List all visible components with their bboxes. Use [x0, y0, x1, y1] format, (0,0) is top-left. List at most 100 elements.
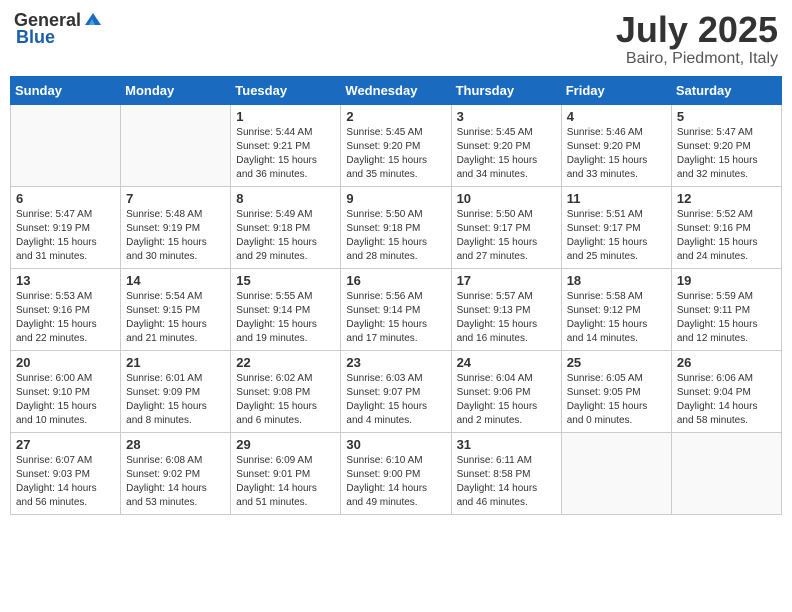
cell-info: Sunrise: 6:06 AM Sunset: 9:04 PM Dayligh… [677, 372, 776, 428]
cell-info: Sunrise: 5:48 AM Sunset: 9:19 PM Dayligh… [126, 208, 225, 264]
logo: General Blue [14, 10, 103, 48]
calendar-week-row: 20Sunrise: 6:00 AM Sunset: 9:10 PM Dayli… [11, 350, 782, 432]
cell-info: Sunrise: 5:47 AM Sunset: 9:20 PM Dayligh… [677, 126, 776, 182]
cell-info: Sunrise: 5:59 AM Sunset: 9:11 PM Dayligh… [677, 290, 776, 346]
calendar-table: SundayMondayTuesdayWednesdayThursdayFrid… [10, 76, 782, 515]
calendar-cell: 11 Sunrise: 5:51 AM Sunset: 9:17 PM Dayli… [561, 186, 671, 268]
calendar-cell: 10 Sunrise: 5:50 AM Sunset: 9:17 PM Dayli… [451, 186, 561, 268]
calendar-cell: 6 Sunrise: 5:47 AM Sunset: 9:19 PM Daylig… [11, 186, 121, 268]
weekday-header: Saturday [671, 76, 781, 104]
day-number: 24 [457, 355, 556, 370]
day-number: 10 [457, 191, 556, 206]
calendar-cell: 8Sunrise: 5:49 AM Sunset: 9:18 PM Daylig… [231, 186, 341, 268]
logo-icon [83, 11, 103, 31]
day-number: 27 [16, 437, 115, 452]
month-title: July 2025 [616, 10, 778, 50]
cell-info: Sunrise: 6:05 AM Sunset: 9:05 PM Dayligh… [567, 372, 666, 428]
cell-info: Sunrise: 5:49 AM Sunset: 9:18 PM Dayligh… [236, 208, 335, 264]
cell-info: Sunrise: 6:01 AM Sunset: 9:09 PM Dayligh… [126, 372, 225, 428]
weekday-header: Thursday [451, 76, 561, 104]
day-number: 26 [677, 355, 776, 370]
day-number: 14 [126, 273, 225, 288]
day-number: 23 [346, 355, 445, 370]
calendar-cell [671, 432, 781, 514]
calendar-cell: 13 Sunrise: 5:53 AM Sunset: 9:16 PM Dayli… [11, 268, 121, 350]
cell-info: Sunrise: 5:50 AM Sunset: 9:17 PM Dayligh… [457, 208, 556, 264]
day-number: 5 [677, 109, 776, 124]
day-number: 16 [346, 273, 445, 288]
cell-info: Sunrise: 5:54 AM Sunset: 9:15 PM Dayligh… [126, 290, 225, 346]
day-number: 30 [346, 437, 445, 452]
day-number: 3 [457, 109, 556, 124]
calendar-cell: 22Sunrise: 6:02 AM Sunset: 9:08 PM Dayli… [231, 350, 341, 432]
cell-info: Sunrise: 6:08 AM Sunset: 9:02 PM Dayligh… [126, 454, 225, 510]
calendar-week-row: 6 Sunrise: 5:47 AM Sunset: 9:19 PM Daylig… [11, 186, 782, 268]
cell-info: Sunrise: 6:02 AM Sunset: 9:08 PM Dayligh… [236, 372, 335, 428]
day-number: 15 [236, 273, 335, 288]
weekday-header: Wednesday [341, 76, 451, 104]
day-number: 25 [567, 355, 666, 370]
cell-info: Sunrise: 6:10 AM Sunset: 9:00 PM Dayligh… [346, 454, 445, 510]
calendar-cell: 27 Sunrise: 6:07 AM Sunset: 9:03 PM Dayli… [11, 432, 121, 514]
cell-info: Sunrise: 5:44 AM Sunset: 9:21 PM Dayligh… [236, 126, 335, 182]
day-number: 4 [567, 109, 666, 124]
day-number: 9 [346, 191, 445, 206]
cell-info: Sunrise: 5:55 AM Sunset: 9:14 PM Dayligh… [236, 290, 335, 346]
day-number: 21 [126, 355, 225, 370]
calendar-cell: 5 Sunrise: 5:47 AM Sunset: 9:20 PM Daylig… [671, 104, 781, 186]
calendar-cell: 31Sunrise: 6:11 AM Sunset: 8:58 PM Dayli… [451, 432, 561, 514]
calendar-cell: 3 Sunrise: 5:45 AM Sunset: 9:20 PM Daylig… [451, 104, 561, 186]
cell-info: Sunrise: 6:03 AM Sunset: 9:07 PM Dayligh… [346, 372, 445, 428]
cell-info: Sunrise: 6:09 AM Sunset: 9:01 PM Dayligh… [236, 454, 335, 510]
cell-info: Sunrise: 5:53 AM Sunset: 9:16 PM Dayligh… [16, 290, 115, 346]
calendar-cell [11, 104, 121, 186]
calendar-cell [561, 432, 671, 514]
weekday-header: Friday [561, 76, 671, 104]
calendar-week-row: 13 Sunrise: 5:53 AM Sunset: 9:16 PM Dayli… [11, 268, 782, 350]
calendar-cell: 4 Sunrise: 5:46 AM Sunset: 9:20 PM Daylig… [561, 104, 671, 186]
cell-info: Sunrise: 5:47 AM Sunset: 9:19 PM Dayligh… [16, 208, 115, 264]
cell-info: Sunrise: 5:52 AM Sunset: 9:16 PM Dayligh… [677, 208, 776, 264]
cell-info: Sunrise: 5:56 AM Sunset: 9:14 PM Dayligh… [346, 290, 445, 346]
calendar-cell: 12Sunrise: 5:52 AM Sunset: 9:16 PM Dayli… [671, 186, 781, 268]
day-number: 19 [677, 273, 776, 288]
cell-info: Sunrise: 5:57 AM Sunset: 9:13 PM Dayligh… [457, 290, 556, 346]
day-number: 18 [567, 273, 666, 288]
cell-info: Sunrise: 5:45 AM Sunset: 9:20 PM Dayligh… [457, 126, 556, 182]
day-number: 2 [346, 109, 445, 124]
calendar-cell [121, 104, 231, 186]
day-number: 20 [16, 355, 115, 370]
day-number: 7 [126, 191, 225, 206]
calendar-cell: 7 Sunrise: 5:48 AM Sunset: 9:19 PM Daylig… [121, 186, 231, 268]
calendar-cell: 19 Sunrise: 5:59 AM Sunset: 9:11 PM Dayli… [671, 268, 781, 350]
calendar-cell: 1 Sunrise: 5:44 AM Sunset: 9:21 PM Daylig… [231, 104, 341, 186]
calendar-cell: 16 Sunrise: 5:56 AM Sunset: 9:14 PM Dayli… [341, 268, 451, 350]
cell-info: Sunrise: 5:46 AM Sunset: 9:20 PM Dayligh… [567, 126, 666, 182]
calendar-cell: 26 Sunrise: 6:06 AM Sunset: 9:04 PM Dayli… [671, 350, 781, 432]
calendar-cell: 15 Sunrise: 5:55 AM Sunset: 9:14 PM Dayli… [231, 268, 341, 350]
weekday-header: Tuesday [231, 76, 341, 104]
weekday-header: Sunday [11, 76, 121, 104]
day-number: 31 [457, 437, 556, 452]
day-number: 28 [126, 437, 225, 452]
cell-info: Sunrise: 5:51 AM Sunset: 9:17 PM Dayligh… [567, 208, 666, 264]
day-number: 1 [236, 109, 335, 124]
day-number: 13 [16, 273, 115, 288]
page-header: General Blue July 2025 Bairo, Piedmont, … [10, 10, 782, 68]
calendar-cell: 17Sunrise: 5:57 AM Sunset: 9:13 PM Dayli… [451, 268, 561, 350]
day-number: 11 [567, 191, 666, 206]
location-title: Bairo, Piedmont, Italy [616, 50, 778, 68]
calendar-cell: 21 Sunrise: 6:01 AM Sunset: 9:09 PM Dayli… [121, 350, 231, 432]
cell-info: Sunrise: 5:45 AM Sunset: 9:20 PM Dayligh… [346, 126, 445, 182]
calendar-week-row: 1 Sunrise: 5:44 AM Sunset: 9:21 PM Daylig… [11, 104, 782, 186]
calendar-cell: 24 Sunrise: 6:04 AM Sunset: 9:06 PM Dayli… [451, 350, 561, 432]
weekday-header-row: SundayMondayTuesdayWednesdayThursdayFrid… [11, 76, 782, 104]
weekday-header: Monday [121, 76, 231, 104]
cell-info: Sunrise: 6:07 AM Sunset: 9:03 PM Dayligh… [16, 454, 115, 510]
cell-info: Sunrise: 6:04 AM Sunset: 9:06 PM Dayligh… [457, 372, 556, 428]
day-number: 6 [16, 191, 115, 206]
calendar-cell: 20Sunrise: 6:00 AM Sunset: 9:10 PM Dayli… [11, 350, 121, 432]
cell-info: Sunrise: 5:50 AM Sunset: 9:18 PM Dayligh… [346, 208, 445, 264]
title-block: July 2025 Bairo, Piedmont, Italy [616, 10, 778, 68]
logo-blue: Blue [16, 27, 55, 48]
